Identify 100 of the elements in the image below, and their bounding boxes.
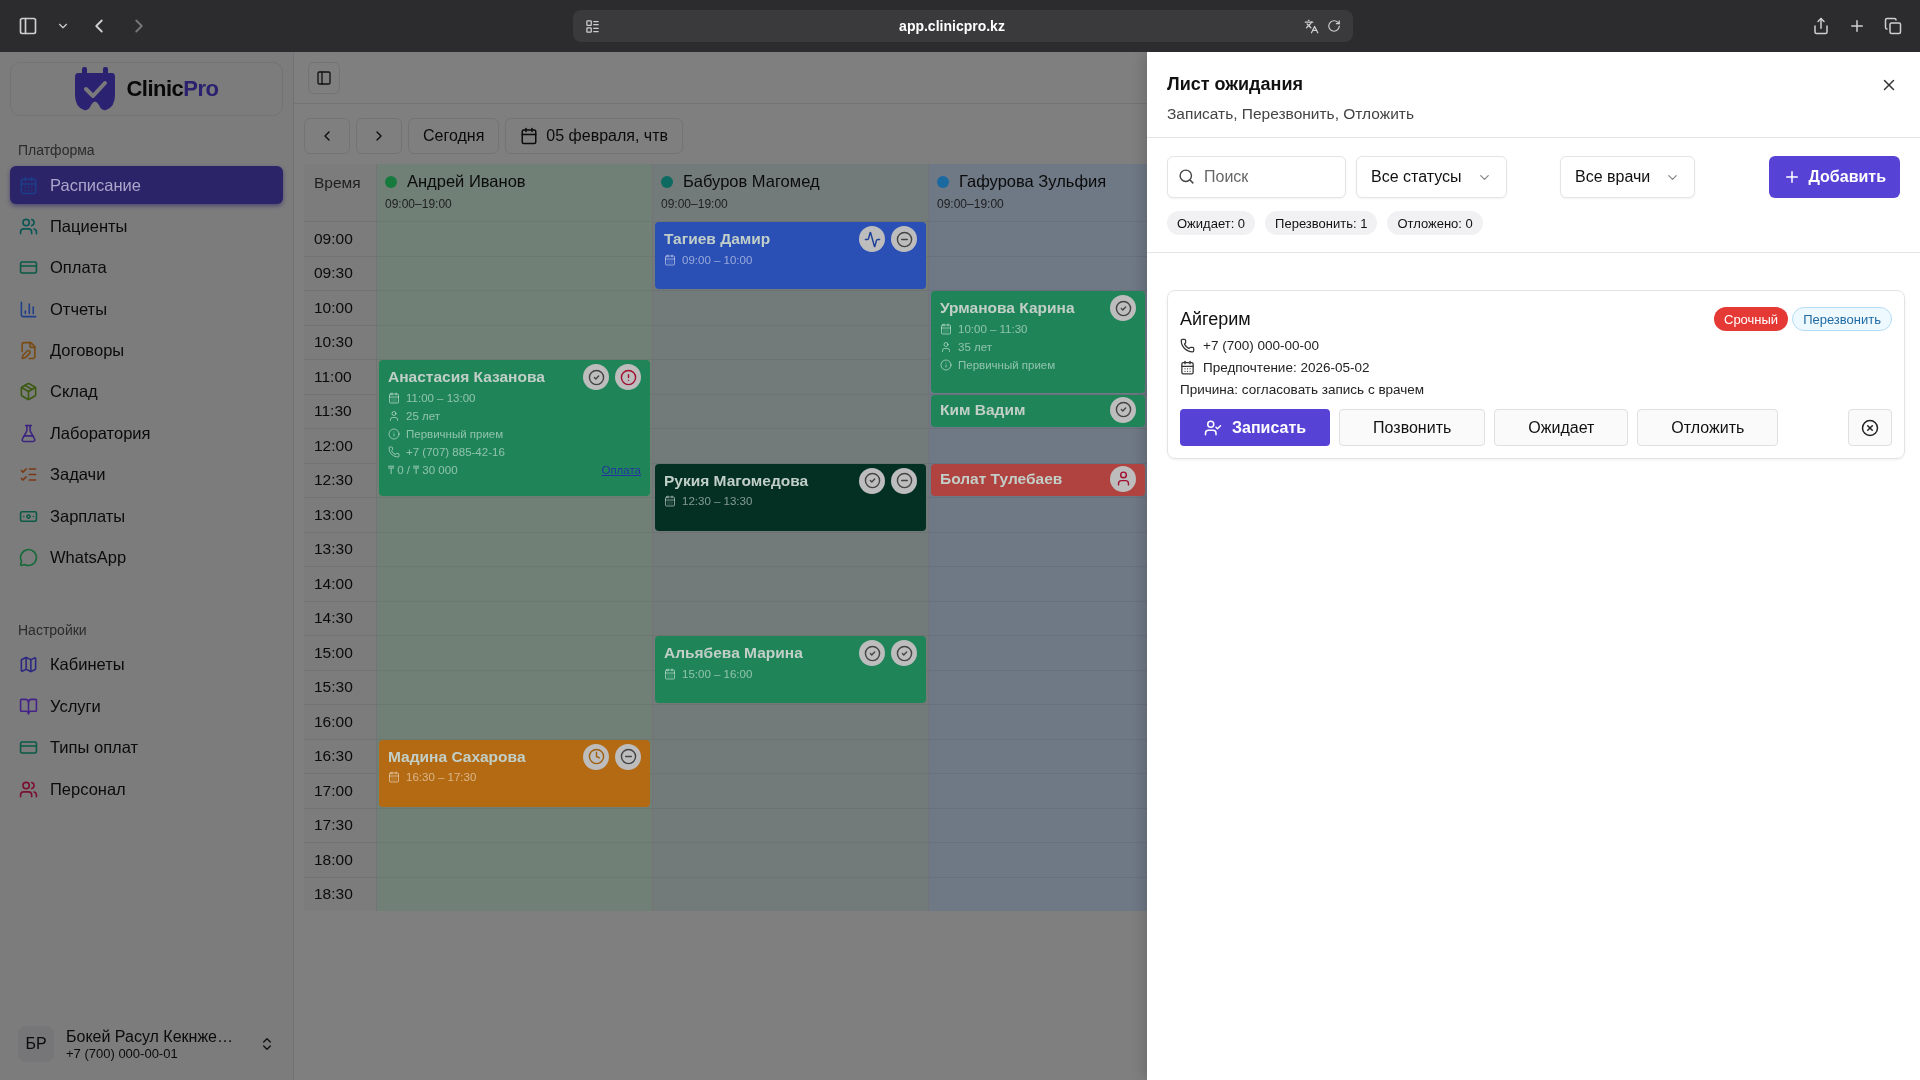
- sidebar-toggle-icon[interactable]: [18, 16, 38, 36]
- time-label: 12:00: [314, 436, 353, 455]
- sidebar-item[interactable]: Расписание: [10, 166, 283, 204]
- status-badge[interactable]: [583, 364, 609, 390]
- appointment-card[interactable]: Мадина Сахарова 16:30 – 17:30: [379, 739, 650, 807]
- remove-button[interactable]: [1848, 409, 1892, 446]
- status-badge[interactable]: [859, 226, 885, 252]
- patient-phone: +7 (700) 000-00-00: [1203, 338, 1319, 353]
- sidebar-item[interactable]: Зарплаты: [10, 497, 283, 536]
- time-label: 18:00: [314, 850, 353, 869]
- time-label: 14:30: [314, 609, 353, 628]
- status-badge[interactable]: [1110, 396, 1136, 423]
- status-badge[interactable]: [891, 226, 917, 252]
- status-badge[interactable]: [1110, 295, 1136, 321]
- appointment-card[interactable]: Ким Вадим: [931, 394, 1145, 427]
- filter-dropdown[interactable]: Все статусы: [1356, 156, 1507, 198]
- status-badge[interactable]: [859, 467, 885, 494]
- time-label: 10:30: [314, 333, 353, 352]
- action-button[interactable]: Отложить: [1637, 409, 1779, 446]
- check-icon: [895, 644, 913, 662]
- sidebar-item[interactable]: Отчеты: [10, 290, 283, 329]
- time-label: 10:00: [314, 298, 353, 317]
- today-button[interactable]: Сегодня: [408, 118, 500, 154]
- calendar-icon: [664, 667, 676, 680]
- sidebar-item[interactable]: Кабинеты: [10, 645, 283, 684]
- working-hours: 09:00–19:00: [385, 197, 453, 211]
- time-label: 17:30: [314, 816, 353, 835]
- status-badge[interactable]: [891, 640, 917, 666]
- doctor-name: Гафурова Зульфия: [959, 172, 1107, 191]
- sidebar-item[interactable]: Оплата: [10, 248, 283, 287]
- sidebar-item[interactable]: Задачи: [10, 455, 283, 494]
- pulse-icon: [863, 230, 881, 248]
- action-button[interactable]: Позвонить: [1339, 409, 1486, 446]
- reload-icon[interactable]: [1327, 19, 1341, 33]
- share-icon[interactable]: [1812, 17, 1830, 35]
- status-tag: Перезвонить: [1792, 307, 1892, 331]
- calendar-icon: [520, 127, 539, 145]
- appointment-detail: Первичный прием: [406, 427, 504, 440]
- translate-icon[interactable]: [1304, 18, 1319, 34]
- appointment-card[interactable]: Анастасия Казанова 11:00 – 13:00 25 лет Первичный прием +7 (707) 885-42-16 ₸ 0 / ₸ 30 000 Оплата: [379, 360, 650, 496]
- users-icon: [19, 216, 38, 236]
- sidebar-item[interactable]: Типы оплат: [10, 728, 283, 767]
- phone-icon: [1180, 338, 1195, 353]
- status-badge[interactable]: [859, 640, 885, 666]
- url-text: app.clinicpro.kz: [898, 18, 1006, 34]
- users-icon: [19, 779, 38, 799]
- action-button[interactable]: Ожидает: [1494, 409, 1629, 446]
- address-bar[interactable]: app.clinicpro.kz: [573, 10, 1353, 42]
- tabs-icon[interactable]: [1884, 17, 1902, 35]
- calendar-icon: [388, 771, 400, 783]
- action-button[interactable]: Записать: [1180, 409, 1331, 446]
- sidebar-item[interactable]: Пациенты: [10, 207, 283, 246]
- patient-name: Анастасия Казанова: [388, 368, 545, 386]
- calendar-icon: [664, 253, 676, 266]
- doctor-name: Бабуров Магомед: [683, 172, 820, 191]
- time-label: 14:00: [314, 574, 353, 593]
- logo-icon: [74, 67, 117, 111]
- person-icon: [940, 340, 952, 353]
- add-button[interactable]: Добавить: [1768, 156, 1900, 198]
- page-icon: [585, 18, 600, 34]
- time-label: 16:00: [314, 712, 353, 731]
- status-badge[interactable]: [891, 467, 917, 494]
- appointment-card[interactable]: Рукия Магомедова 12:30 – 13:30: [655, 463, 926, 531]
- calendar-icon: [1180, 360, 1195, 375]
- new-tab-icon[interactable]: [1848, 17, 1866, 35]
- doctor-name: Андрей Иванов: [407, 172, 526, 191]
- appointment-detail: 25 лет: [406, 409, 440, 422]
- sidebar-item[interactable]: WhatsApp: [10, 538, 283, 577]
- user-phone: +7 (700) 000-00-01: [66, 1045, 179, 1061]
- filter-dropdown[interactable]: Все врачи: [1560, 156, 1695, 198]
- status-badge[interactable]: [615, 743, 641, 770]
- minus-icon: [895, 472, 913, 489]
- patient-name: Рукия Магомедова: [664, 471, 809, 490]
- chat-icon: [19, 548, 38, 567]
- time-label: 15:00: [314, 643, 353, 662]
- sidebar-toggle-button[interactable]: [308, 61, 340, 94]
- panel-icon: [316, 69, 332, 86]
- sidebar-item[interactable]: Договоры: [10, 331, 283, 370]
- calendar-icon: [664, 495, 676, 507]
- appointment-card[interactable]: Альябева Марина 15:00 – 16:00: [655, 636, 926, 703]
- sidebar-item[interactable]: Лаборатория: [10, 414, 283, 453]
- sidebar-item[interactable]: Услуги: [10, 687, 283, 726]
- appointment-card[interactable]: Тагиев Дамир 09:00 – 10:00: [655, 222, 926, 289]
- payment-amount: ₸ 0 / ₸ 30 000: [388, 463, 458, 477]
- sidebar-item[interactable]: Персонал: [10, 770, 283, 809]
- search-field[interactable]: Поиск: [1167, 156, 1346, 198]
- appointment-card[interactable]: Урманова Карина 10:00 – 11:30 35 лет Первичный прием: [931, 291, 1145, 393]
- patient-name: Урманова Карина: [940, 299, 1075, 317]
- patient-name: Ким Вадим: [940, 400, 1026, 419]
- status-badge[interactable]: [615, 364, 641, 390]
- status-badge[interactable]: [1110, 465, 1136, 492]
- appointment-detail: 35 лет: [958, 340, 992, 353]
- appointment-card[interactable]: Болат Тулебаев: [931, 463, 1145, 496]
- date-picker-button[interactable]: 05 февраля, чтв: [505, 118, 683, 154]
- box-icon: [19, 382, 38, 402]
- section-title: Платформа: [17, 142, 96, 158]
- sidebar-item[interactable]: Склад: [10, 372, 283, 411]
- calendar-icon: [940, 322, 952, 335]
- appointment-time: 10:00 – 11:30: [958, 322, 1028, 335]
- close-circle-icon: [1861, 418, 1879, 437]
